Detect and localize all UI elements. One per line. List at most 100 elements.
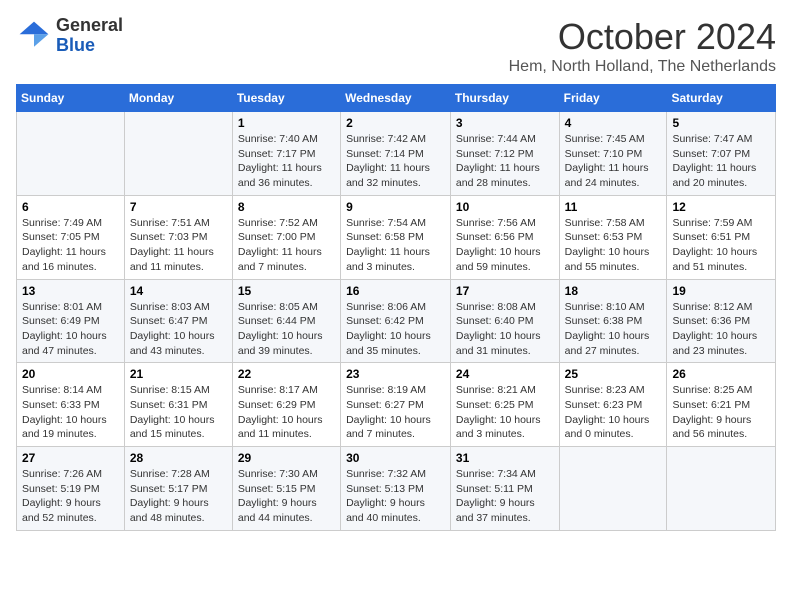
day-info: Sunrise: 8:23 AM Sunset: 6:23 PM Dayligh… — [565, 383, 662, 442]
logo-text: General Blue — [56, 16, 123, 56]
calendar-cell: 6Sunrise: 7:49 AM Sunset: 7:05 PM Daylig… — [17, 195, 125, 279]
day-of-week-header: Monday — [124, 85, 232, 112]
calendar-header-row: SundayMondayTuesdayWednesdayThursdayFrid… — [17, 85, 776, 112]
day-number: 1 — [238, 116, 335, 130]
calendar-cell — [667, 447, 776, 531]
calendar-cell: 14 Sunrise: 8:03 AM Sunset: 6:47 PM Dayli… — [124, 279, 232, 363]
day-info: Sunrise: 8:08 AM Sunset: 6:40 PM Dayligh… — [456, 300, 554, 359]
day-of-week-header: Thursday — [450, 85, 559, 112]
day-number: 9 — [346, 200, 445, 214]
day-info: Sunrise: 7:54 AM Sunset: 6:58 PM Dayligh… — [346, 216, 445, 275]
day-info: Sunrise: 8:17 AM Sunset: 6:29 PM Dayligh… — [238, 383, 335, 442]
day-number: 23 — [346, 367, 445, 381]
day-info: Sunrise: 8:19 AM Sunset: 6:27 PM Dayligh… — [346, 383, 445, 442]
calendar-cell: 27 Sunrise: 7:26 AM Sunset: 5:19 PM Dayli… — [17, 447, 125, 531]
calendar-cell: 16Sunrise: 8:06 AM Sunset: 6:42 PM Dayli… — [341, 279, 451, 363]
calendar-cell: 20Sunrise: 8:14 AM Sunset: 6:33 PM Dayli… — [17, 363, 125, 447]
day-number: 15 — [238, 284, 335, 298]
day-number: 19 — [672, 284, 770, 298]
calendar-cell: 19 Sunrise: 8:12 AM Sunset: 6:36 PM Dayli… — [667, 279, 776, 363]
day-info: Sunrise: 8:14 AM Sunset: 6:33 PM Dayligh… — [22, 383, 119, 442]
day-info: Sunrise: 8:25 AM Sunset: 6:21 PM Dayligh… — [672, 383, 770, 442]
day-of-week-header: Friday — [559, 85, 667, 112]
calendar-cell: 5 Sunrise: 7:47 AM Sunset: 7:07 PM Daylig… — [667, 112, 776, 196]
day-info: Sunrise: 7:26 AM Sunset: 5:19 PM Dayligh… — [22, 467, 119, 526]
calendar-cell: 26 Sunrise: 8:25 AM Sunset: 6:21 PM Dayli… — [667, 363, 776, 447]
calendar-week-row: 6Sunrise: 7:49 AM Sunset: 7:05 PM Daylig… — [17, 195, 776, 279]
day-info: Sunrise: 8:06 AM Sunset: 6:42 PM Dayligh… — [346, 300, 445, 359]
day-info: Sunrise: 8:15 AM Sunset: 6:31 PM Dayligh… — [130, 383, 227, 442]
calendar-cell: 4 Sunrise: 7:45 AM Sunset: 7:10 PM Daylig… — [559, 112, 667, 196]
calendar-cell: 9 Sunrise: 7:54 AM Sunset: 6:58 PM Daylig… — [341, 195, 451, 279]
calendar-cell: 8 Sunrise: 7:52 AM Sunset: 7:00 PM Daylig… — [232, 195, 340, 279]
calendar-cell: 7 Sunrise: 7:51 AM Sunset: 7:03 PM Daylig… — [124, 195, 232, 279]
calendar-cell: 28 Sunrise: 7:28 AM Sunset: 5:17 PM Dayli… — [124, 447, 232, 531]
day-info: Sunrise: 8:12 AM Sunset: 6:36 PM Dayligh… — [672, 300, 770, 359]
day-number: 11 — [565, 200, 662, 214]
day-info: Sunrise: 7:40 AM Sunset: 7:17 PM Dayligh… — [238, 132, 335, 191]
calendar-cell: 21Sunrise: 8:15 AM Sunset: 6:31 PM Dayli… — [124, 363, 232, 447]
logo-icon — [16, 18, 52, 54]
day-number: 2 — [346, 116, 445, 130]
calendar-cell: 12 Sunrise: 7:59 AM Sunset: 6:51 PM Dayli… — [667, 195, 776, 279]
calendar-cell: 31 Sunrise: 7:34 AM Sunset: 5:11 PM Dayli… — [450, 447, 559, 531]
day-number: 8 — [238, 200, 335, 214]
day-number: 14 — [130, 284, 227, 298]
day-of-week-header: Saturday — [667, 85, 776, 112]
day-number: 30 — [346, 451, 445, 465]
month-title: October 2024 — [509, 16, 776, 58]
day-number: 5 — [672, 116, 770, 130]
day-info: Sunrise: 7:51 AM Sunset: 7:03 PM Dayligh… — [130, 216, 227, 275]
day-info: Sunrise: 7:56 AM Sunset: 6:56 PM Dayligh… — [456, 216, 554, 275]
calendar-cell: 17 Sunrise: 8:08 AM Sunset: 6:40 PM Dayli… — [450, 279, 559, 363]
day-info: Sunrise: 7:52 AM Sunset: 7:00 PM Dayligh… — [238, 216, 335, 275]
day-number: 7 — [130, 200, 227, 214]
calendar-cell: 3 Sunrise: 7:44 AM Sunset: 7:12 PM Daylig… — [450, 112, 559, 196]
day-number: 4 — [565, 116, 662, 130]
calendar-cell — [17, 112, 125, 196]
day-number: 3 — [456, 116, 554, 130]
day-number: 22 — [238, 367, 335, 381]
day-number: 13 — [22, 284, 119, 298]
day-number: 26 — [672, 367, 770, 381]
day-info: Sunrise: 7:59 AM Sunset: 6:51 PM Dayligh… — [672, 216, 770, 275]
calendar-cell: 29 Sunrise: 7:30 AM Sunset: 5:15 PM Dayli… — [232, 447, 340, 531]
day-number: 24 — [456, 367, 554, 381]
day-number: 17 — [456, 284, 554, 298]
calendar-cell: 25Sunrise: 8:23 AM Sunset: 6:23 PM Dayli… — [559, 363, 667, 447]
day-number: 29 — [238, 451, 335, 465]
day-number: 27 — [22, 451, 119, 465]
day-number: 18 — [565, 284, 662, 298]
day-info: Sunrise: 8:05 AM Sunset: 6:44 PM Dayligh… — [238, 300, 335, 359]
logo: General Blue — [16, 16, 123, 56]
calendar-week-row: 27 Sunrise: 7:26 AM Sunset: 5:19 PM Dayli… — [17, 447, 776, 531]
day-of-week-header: Sunday — [17, 85, 125, 112]
day-info: Sunrise: 8:03 AM Sunset: 6:47 PM Dayligh… — [130, 300, 227, 359]
day-number: 28 — [130, 451, 227, 465]
page-header: General Blue October 2024 Hem, North Hol… — [16, 16, 776, 76]
title-section: October 2024 Hem, North Holland, The Net… — [509, 16, 776, 76]
day-number: 31 — [456, 451, 554, 465]
calendar-week-row: 1 Sunrise: 7:40 AM Sunset: 7:17 PM Daylig… — [17, 112, 776, 196]
calendar-table: SundayMondayTuesdayWednesdayThursdayFrid… — [16, 84, 776, 531]
calendar-cell — [559, 447, 667, 531]
calendar-week-row: 13 Sunrise: 8:01 AM Sunset: 6:49 PM Dayli… — [17, 279, 776, 363]
day-info: Sunrise: 7:30 AM Sunset: 5:15 PM Dayligh… — [238, 467, 335, 526]
day-number: 10 — [456, 200, 554, 214]
calendar-cell: 30 Sunrise: 7:32 AM Sunset: 5:13 PM Dayli… — [341, 447, 451, 531]
calendar-cell: 22 Sunrise: 8:17 AM Sunset: 6:29 PM Dayli… — [232, 363, 340, 447]
day-info: Sunrise: 8:01 AM Sunset: 6:49 PM Dayligh… — [22, 300, 119, 359]
day-info: Sunrise: 8:21 AM Sunset: 6:25 PM Dayligh… — [456, 383, 554, 442]
day-info: Sunrise: 7:28 AM Sunset: 5:17 PM Dayligh… — [130, 467, 227, 526]
calendar-cell — [124, 112, 232, 196]
day-info: Sunrise: 7:45 AM Sunset: 7:10 PM Dayligh… — [565, 132, 662, 191]
day-info: Sunrise: 7:44 AM Sunset: 7:12 PM Dayligh… — [456, 132, 554, 191]
day-number: 12 — [672, 200, 770, 214]
day-number: 6 — [22, 200, 119, 214]
day-info: Sunrise: 7:34 AM Sunset: 5:11 PM Dayligh… — [456, 467, 554, 526]
day-info: Sunrise: 7:47 AM Sunset: 7:07 PM Dayligh… — [672, 132, 770, 191]
day-of-week-header: Wednesday — [341, 85, 451, 112]
calendar-cell: 23 Sunrise: 8:19 AM Sunset: 6:27 PM Dayli… — [341, 363, 451, 447]
day-info: Sunrise: 7:42 AM Sunset: 7:14 PM Dayligh… — [346, 132, 445, 191]
day-info: Sunrise: 7:32 AM Sunset: 5:13 PM Dayligh… — [346, 467, 445, 526]
